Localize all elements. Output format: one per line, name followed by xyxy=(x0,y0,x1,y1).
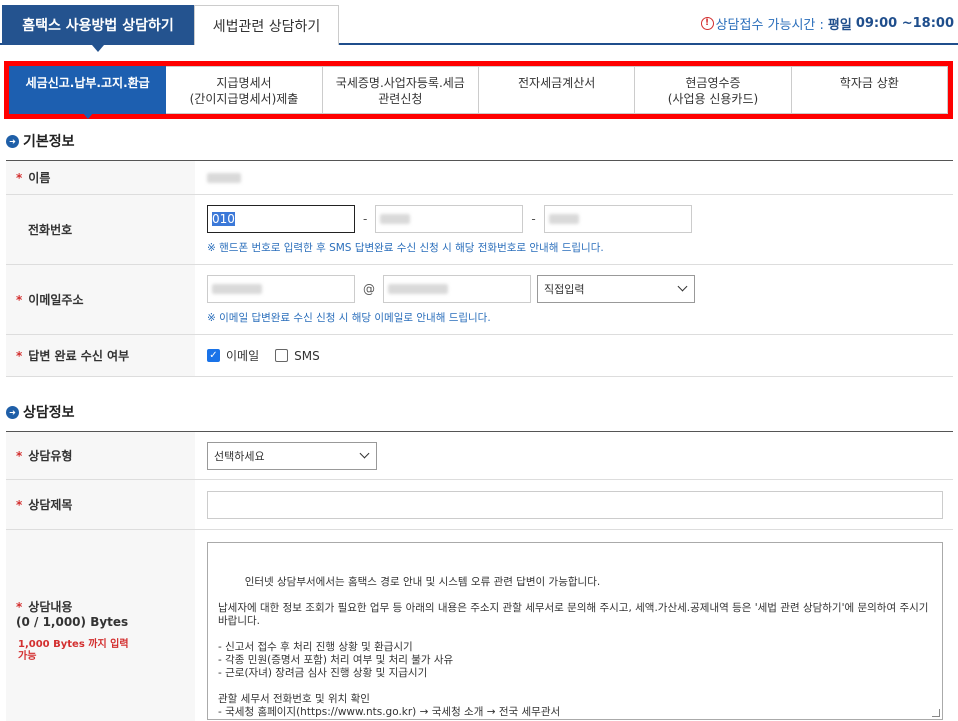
email-local-input[interactable] xyxy=(207,274,355,303)
consult-subject-label: * 상담제목 xyxy=(6,480,195,529)
top-tab-bar: 홈택스 사용방법 상담하기 세법관련 상담하기 ! 상담접수 가능시간 : 평일… xyxy=(0,0,958,52)
notify-sms-checkbox[interactable] xyxy=(275,349,289,362)
alert-icon: ! xyxy=(700,17,714,30)
consult-content-label: * 상담내용 (0 / 1,000) Bytes 1,000 Bytes 까지 입… xyxy=(6,530,195,721)
arrow-right-icon: ➜ xyxy=(6,405,19,419)
tab-certificate-registration[interactable]: 국세증명.사업자등록.세금관련신청 xyxy=(322,66,479,114)
row-consult-type: * 상담유형 선택하세요 xyxy=(6,432,953,480)
section-title: 상담정보 xyxy=(23,405,75,421)
row-email: * 이메일주소 @ 직접입력 ※ 이메일 답변완료 수신 신청 시 해당 이메일로… xyxy=(6,265,953,335)
tab-label: 전자세금계산서 xyxy=(518,76,596,90)
row-consult-subject: * 상담제목 xyxy=(6,480,953,530)
consult-hours: ! 상담접수 가능시간 : 평일 09:00 ~18:00 xyxy=(700,14,954,33)
section-basic-info: ➜ 기본정보 xyxy=(6,131,75,151)
row-phone: 전화번호 010 - - ※ 핸드폰 번호로 입력한 후 SMS 답변완료 수신… xyxy=(6,195,953,265)
consult-content-textarea[interactable]: 인터넷 상담부서에서는 홈택스 경로 안내 및 시스템 오류 관련 답변이 가능… xyxy=(207,542,943,720)
notify-label: * 답변 완료 수신 여부 xyxy=(6,335,195,376)
tab-label: 국세증명.사업자등록.세금 xyxy=(335,76,465,90)
hours-time: 09:00 ~18:00 xyxy=(855,16,954,31)
phone-hint: ※ 핸드폰 번호로 입력한 후 SMS 답변완료 수신 신청 시 해당 전화번호… xyxy=(207,241,604,254)
resize-handle-icon[interactable] xyxy=(932,709,940,717)
tab-label: 세금신고.납부.고지.환급 xyxy=(25,76,150,90)
chevron-down-icon xyxy=(677,281,688,292)
tab-label-sub: (간이지급명세서)제출 xyxy=(189,92,299,106)
consult-type-select[interactable]: 선택하세요 xyxy=(207,441,377,470)
tab-tax-law-consult[interactable]: 세법관련 상담하기 xyxy=(194,5,339,45)
arrow-right-icon: ➜ xyxy=(6,134,19,148)
email-domain-select[interactable]: 직접입력 xyxy=(537,274,695,303)
tab-label-sub: (사업용 신용카드) xyxy=(667,92,759,106)
email-hint: ※ 이메일 답변완료 수신 신청 시 해당 이메일로 안내해 드립니다. xyxy=(207,311,491,324)
category-tabs-highlight: 세금신고.납부.고지.환급 지급명세서 (간이지급명세서)제출 국세증명.사업자등… xyxy=(4,61,953,119)
phone-prefix-input[interactable]: 010 xyxy=(207,204,355,233)
phone-middle-input[interactable] xyxy=(375,204,524,233)
name-label: * 이름 xyxy=(6,161,195,194)
hours-label: 상담접수 가능시간 : xyxy=(715,18,824,33)
tab-student-loan[interactable]: 학자금 상환 xyxy=(791,66,948,114)
tab-cash-receipt[interactable]: 현금영수증 (사업용 신용카드) xyxy=(635,66,792,114)
tab-label-sub: 관련신청 xyxy=(378,92,423,106)
email-label: * 이메일주소 xyxy=(6,265,195,334)
content-limit-note-2: 가능 xyxy=(18,650,37,662)
tab-payment-statement[interactable]: 지급명세서 (간이지급명세서)제출 xyxy=(166,66,323,114)
email-domain-input[interactable] xyxy=(383,274,531,303)
tab-e-tax-invoice[interactable]: 전자세금계산서 xyxy=(478,66,636,114)
row-name: * 이름 xyxy=(6,161,953,195)
hours-day: 평일 xyxy=(827,18,852,33)
consult-subject-input[interactable] xyxy=(207,490,943,519)
section-consult-info: ➜ 상담정보 xyxy=(6,402,75,422)
phone-separator: - xyxy=(531,211,536,226)
tab-tax-filing-payment[interactable]: 세금신고.납부.고지.환급 xyxy=(9,66,167,119)
tab-hometax-usage-consult[interactable]: 홈택스 사용방법 상담하기 xyxy=(2,5,194,52)
notify-sms-label: SMS xyxy=(294,348,320,363)
tab-label: 현금영수증 xyxy=(685,76,741,90)
phone-label: 전화번호 xyxy=(6,195,195,264)
tab-label: 학자금 상환 xyxy=(839,76,899,90)
email-at-sign: @ xyxy=(363,281,375,296)
category-tabs: 세금신고.납부.고지.환급 지급명세서 (간이지급명세서)제출 국세증명.사업자등… xyxy=(9,66,948,119)
chevron-down-icon xyxy=(359,448,370,459)
name-value-redacted xyxy=(207,172,241,183)
content-limit-note: 1,000 Bytes 까지 입력 xyxy=(18,638,129,650)
consult-type-label: * 상담유형 xyxy=(6,432,195,479)
notify-email-label: 이메일 xyxy=(226,349,260,363)
row-consult-content: * 상담내용 (0 / 1,000) Bytes 1,000 Bytes 까지 입… xyxy=(6,530,953,721)
notify-email-checkbox[interactable]: ✓ xyxy=(207,349,220,362)
section-title: 기본정보 xyxy=(23,134,75,150)
phone-separator: - xyxy=(363,211,368,226)
basic-info-form: * 이름 전화번호 010 - - ※ 핸드폰 번호로 입력한 후 SMS 답변완… xyxy=(6,160,953,377)
content-byte-count: (0 / 1,000) Bytes xyxy=(16,614,129,629)
row-notify: * 답변 완료 수신 여부 ✓ 이메일 SMS xyxy=(6,335,953,377)
consult-info-form: * 상담유형 선택하세요 * 상담제목 * 상담내용 (0 / 1,000) Byte… xyxy=(6,431,953,721)
tab-label: 지급명세서 xyxy=(216,76,272,90)
phone-last-input[interactable] xyxy=(543,204,692,233)
